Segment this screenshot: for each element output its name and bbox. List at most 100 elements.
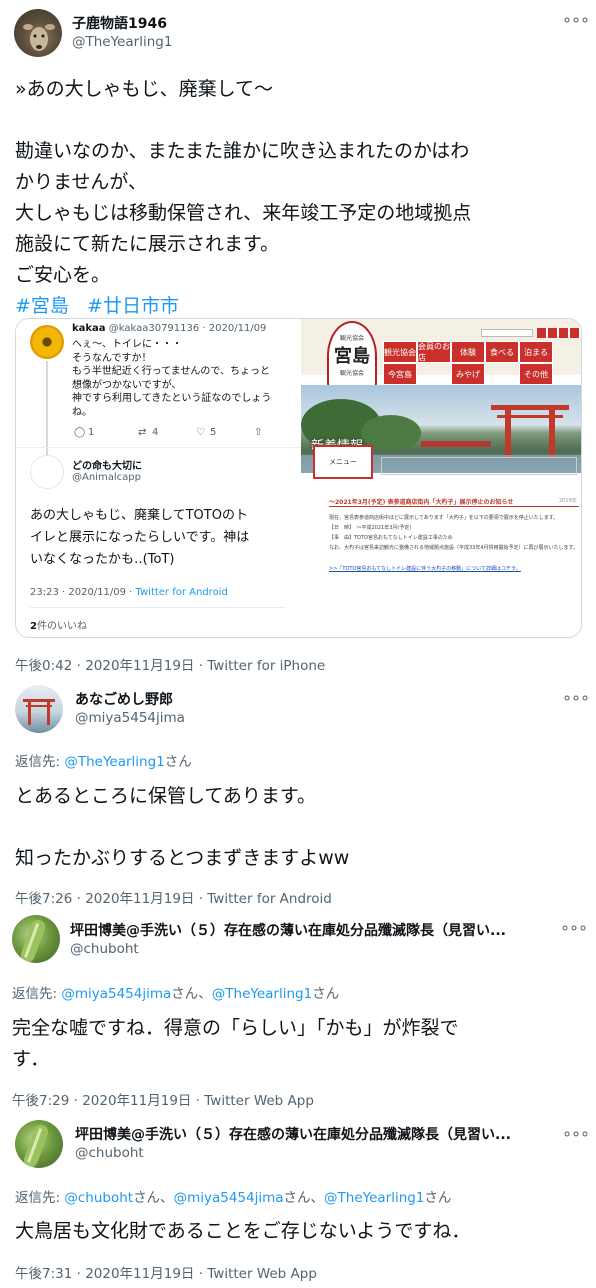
avatar-plant[interactable]: [15, 1120, 63, 1168]
torii-icon: [23, 699, 55, 725]
quoted-client: Twitter for Android: [135, 587, 228, 598]
more-icon[interactable]: ∘∘∘: [562, 688, 590, 707]
site-breadcrumb-box: [381, 457, 577, 475]
reply-to-link[interactable]: @chuboht: [64, 1190, 133, 1206]
hashtag-link[interactable]: #宮島: [15, 295, 69, 317]
site-notice-line: 【日 時】 〜平成2021年3月(予定): [329, 525, 412, 531]
reply-to-label: 返信先:: [15, 1190, 65, 1206]
site-logo-small: 観光協会: [339, 335, 364, 342]
display-name[interactable]: あなごめし野郎: [75, 689, 173, 709]
site-notice-rule: [329, 506, 579, 507]
site-notice-line: 現在、宮島表参道商店街中ほどに展示してあります「大杓子」を以下の要領で展示を停止…: [329, 515, 559, 521]
reply-to-sep: さん、: [283, 1190, 325, 1206]
tweet-text: 大鳥居も文化財であることをご存じないようですね．: [15, 1216, 590, 1247]
quoted-line: 想像がつかないですが、: [72, 379, 182, 391]
tweet-timestamp[interactable]: 午後7:29 · 2020年11月19日 · Twitter Web App: [12, 1089, 314, 1109]
quoted-actions: ◯ 1 ⇄ 4 ♡ 5 ⇧: [74, 427, 274, 441]
quoted-line: ね。: [72, 406, 92, 418]
reply-line: [46, 361, 48, 456]
quoted-likes: 2件のいいね: [30, 617, 87, 632]
attached-image[interactable]: kakaa @kakaa30791136 · 2020/11/09 へぇ〜、トイ…: [15, 318, 582, 638]
hashtag-link[interactable]: #廿日市市: [87, 295, 179, 317]
likes-label: 件のいいね: [36, 621, 87, 632]
handle[interactable]: @TheYearling1: [72, 34, 172, 50]
reply-to-label: 返信先:: [15, 754, 65, 770]
display-name[interactable]: 子鹿物語1946: [72, 13, 167, 33]
tweet-timestamp[interactable]: 午後7:26 · 2020年11月19日 · Twitter for Andro…: [15, 887, 332, 907]
site-nav-item: その他: [519, 363, 553, 385]
site-nav-item: 泊まる: [519, 341, 553, 363]
display-name[interactable]: 坪田博美@手洗い（５）存在感の薄い在庫処分品殲滅隊長（見習い...: [75, 1124, 545, 1144]
tweet-line: 知ったかぶりするとつまずきますよww: [15, 847, 350, 869]
quoted-reply-text-2: あの大しゃもじ、廃棄してTOTOのト イレと展示になったらしいです。神は いなく…: [30, 505, 300, 571]
reply-to-suffix: さん: [312, 986, 340, 1002]
site-notice-link: >>「TOTO宮島おもてなしトイレ建設に伴う大杓子の移動」について詳細はコチラ。: [329, 566, 521, 572]
tweet-line: 施設にて新たに展示されます。: [15, 233, 280, 255]
site-menu-label: メニュー: [329, 458, 357, 466]
reply-to-link[interactable]: @TheYearling1: [324, 1190, 424, 1206]
more-icon[interactable]: ∘∘∘: [562, 10, 590, 29]
reply-to-link[interactable]: @miya5454jima: [174, 1190, 284, 1206]
quoted-time: 23:23 · 2020/11/09 · Twitter for Android: [30, 587, 228, 598]
tweet-line: »あの大しゃもじ、廃棄して〜: [15, 78, 274, 100]
avatar-flower: [30, 325, 64, 359]
reply-icon: ◯: [74, 427, 86, 438]
site-nav-item: 食べる: [485, 341, 519, 363]
avatar-blank: [30, 455, 64, 489]
avatar-torii[interactable]: [15, 685, 63, 733]
avatar-deer[interactable]: [14, 9, 62, 57]
quoted-reply-header: kakaa @kakaa30791136 · 2020/11/09: [72, 323, 266, 334]
handle[interactable]: @chuboht: [70, 941, 139, 957]
site-nav-item: 観光協会: [383, 341, 417, 363]
tweet-timestamp[interactable]: 午後0:42 · 2020年11月19日 · Twitter for iPhon…: [15, 654, 325, 674]
site-nav-item: 会員のお店: [417, 341, 451, 363]
deer-icon: [23, 24, 55, 51]
display-name[interactable]: 坪田博美@手洗い（５）存在感の薄い在庫処分品殲滅隊長（見習い...: [70, 920, 540, 940]
site-notice-line: なお、大杓子は宮島来訪観光に整備される地域拠点施設（平成33年4月供用開始予定）…: [329, 545, 579, 551]
retweet-count: 4: [152, 427, 159, 438]
reply-to-sep: さん、: [133, 1190, 174, 1206]
site-logo-big: 宮島: [334, 346, 370, 367]
quoted-name-2: どの命も大切に: [72, 461, 142, 472]
tweet-line: とあるところに保管してあります。: [15, 785, 316, 807]
reply-to: 返信先: @TheYearling1さん: [15, 750, 192, 770]
plant-icon: [20, 919, 46, 963]
plant-icon: [23, 1124, 49, 1168]
quoted-line: あの大しゃもじ、廃棄してTOTOのト: [30, 508, 248, 523]
quoted-line: イレと展示になったらしいです。神は: [30, 530, 250, 545]
site-menu: メニュー: [313, 445, 373, 479]
reply-to-link[interactable]: @TheYearling1: [212, 986, 312, 1002]
reply-to-suffix: さん: [164, 754, 192, 770]
like-count: 5: [210, 427, 217, 438]
tweet-line: 大しゃもじは移動保管され、来年竣工予定の地域拠点: [15, 202, 472, 224]
more-icon[interactable]: ∘∘∘: [560, 918, 588, 937]
tweet-timestamp[interactable]: 午後7:31 · 2020年11月19日 · Twitter Web App: [15, 1262, 317, 1282]
site-search: [481, 329, 533, 337]
site-logo: 観光協会 宮島 観光協会: [327, 321, 377, 391]
quoted-handle-2: @Animalcapp: [72, 472, 141, 483]
site-nav-item: 体験: [451, 341, 485, 363]
quoted-handle-date: @kakaa30791136 · 2020/11/09: [108, 323, 267, 334]
handle[interactable]: @chuboht: [75, 1145, 144, 1161]
tweet-line: す．: [12, 1048, 50, 1070]
screenshot-left: kakaa @kakaa30791136 · 2020/11/09 へぇ〜、トイ…: [16, 319, 301, 637]
quoted-line: もう半世紀近く行ってませんので、ちょっと: [72, 366, 270, 377]
quoted-line: いなくなったかも‥(ToT): [30, 552, 175, 567]
quoted-name: kakaa: [72, 323, 106, 334]
site-notice-date: 2019年: [559, 498, 577, 504]
quoted-timestamp: 23:23 · 2020/11/09 ·: [30, 587, 136, 598]
quoted-reply-text: へぇ〜、トイレに・・・ そうなんですか！ もう半世紀近く行ってませんので、ちょっ…: [72, 338, 297, 419]
tweet-line: [15, 812, 585, 843]
avatar-plant[interactable]: [12, 915, 60, 963]
reply-to-link[interactable]: @TheYearling1: [64, 754, 164, 770]
handle[interactable]: @miya5454jima: [75, 710, 185, 726]
reply-to-link[interactable]: @miya5454jima: [61, 986, 171, 1002]
site-nav-item: 今宮島: [383, 363, 417, 385]
more-icon[interactable]: ∘∘∘: [562, 1124, 590, 1143]
divider: [16, 447, 301, 448]
site-logo-sub: 観光協会: [339, 370, 364, 377]
tweet-line: かりませんが、: [15, 171, 148, 193]
reply-to-label: 返信先:: [12, 986, 62, 1002]
tweet-text: 完全な嘘ですね．得意の「らしい」「かも」が炸裂で す．: [12, 1013, 587, 1075]
tweet-text: とあるところに保管してあります。 知ったかぶりするとつまずきますよww: [15, 781, 585, 874]
